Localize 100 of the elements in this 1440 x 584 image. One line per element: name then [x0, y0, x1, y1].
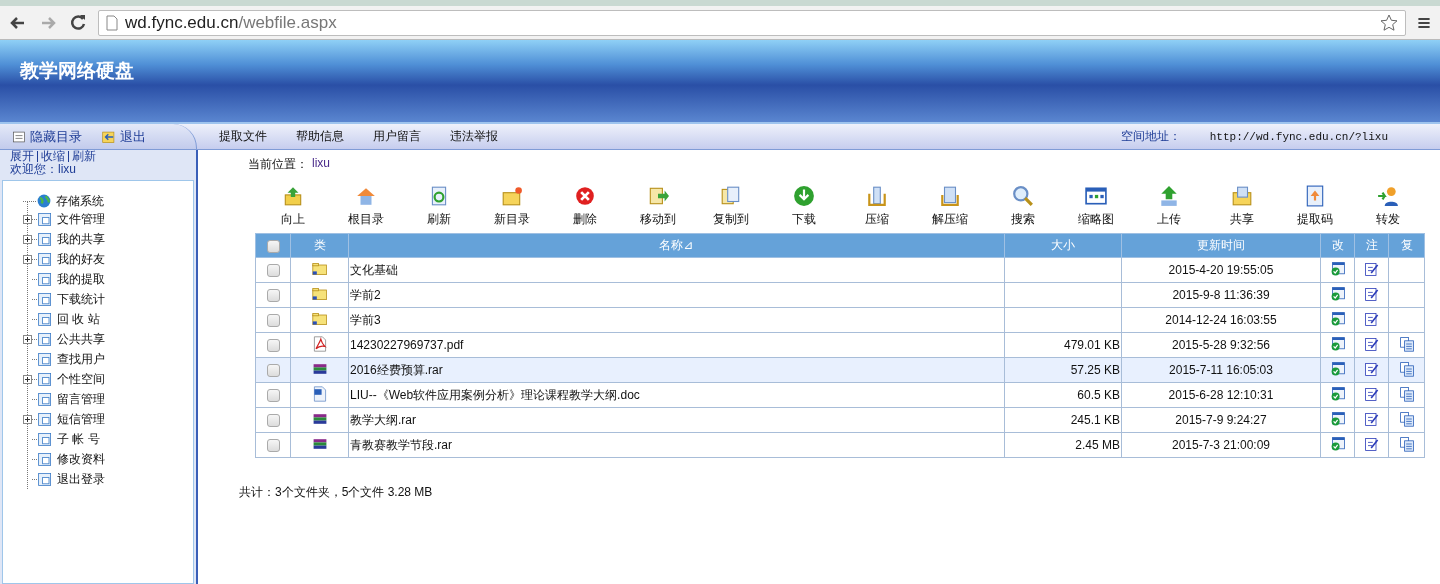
edit-note-icon	[1363, 260, 1380, 277]
folder-icon	[311, 260, 328, 277]
expand-icon[interactable]	[23, 234, 32, 244]
nav-link[interactable]: 用户留言	[373, 128, 421, 145]
modified-time: 2015-7-9 9:24:27	[1121, 407, 1321, 433]
tree-item[interactable]: 存储系统	[56, 192, 104, 210]
file-row[interactable]: 文化基础 2015-4-20 19:55:05	[255, 257, 1425, 283]
copy-pages-icon	[1398, 410, 1415, 427]
grid-icon	[1084, 185, 1107, 207]
globe-icon	[36, 193, 52, 209]
toolbar-button[interactable]: 删除	[548, 185, 621, 228]
tree-item[interactable]: 个性空间	[57, 370, 105, 388]
copy-icon	[719, 185, 742, 207]
file-size: 2.45 MB	[1004, 432, 1122, 458]
toolbar-button[interactable]: 向上	[256, 185, 329, 228]
toolbar-button[interactable]: 刷新	[402, 185, 475, 228]
folder-page-icon	[37, 371, 53, 387]
file-row[interactable]: 2016经费预算.rar 57.25 KB 2015-7-11 16:05:03	[255, 357, 1425, 383]
tree-item[interactable]: 下载统计	[57, 290, 105, 308]
toolbar-button[interactable]: 共享	[1205, 185, 1278, 228]
tree-item[interactable]: 子 帐 号	[57, 430, 100, 448]
tree-item[interactable]: 留言管理	[57, 390, 105, 408]
select-all-checkbox[interactable]	[266, 239, 280, 253]
toolbar-button[interactable]: 根目录	[329, 185, 402, 228]
toolbar-button[interactable]: 复制到	[694, 185, 767, 228]
row-checkbox[interactable]	[266, 414, 280, 428]
file-name[interactable]: 14230227969737.pdf	[348, 332, 1005, 358]
tree-item[interactable]: 回 收 站	[57, 310, 100, 328]
tree-item[interactable]: 文件管理	[57, 210, 105, 228]
hide-directory-button[interactable]: 隐藏目录	[12, 127, 82, 146]
toolbar-button[interactable]: 提取码	[1278, 185, 1351, 228]
tree-action-link[interactable]: 刷新	[68, 151, 96, 162]
file-row[interactable]: 学前2 2015-9-8 11:36:39	[255, 282, 1425, 308]
tree-item[interactable]: 公共共享	[57, 330, 105, 348]
folder-page-icon	[37, 271, 53, 287]
nav-link[interactable]: 帮助信息	[296, 128, 344, 145]
row-checkbox[interactable]	[266, 439, 280, 453]
tree-item[interactable]: 查找用户	[57, 350, 105, 368]
row-checkbox[interactable]	[266, 339, 280, 353]
folder-page-icon	[37, 291, 53, 307]
modified-time: 2015-7-3 21:00:09	[1121, 432, 1321, 458]
nav-link[interactable]: 违法举报	[450, 128, 498, 145]
row-checkbox[interactable]	[266, 364, 280, 378]
file-row[interactable]: 教学大纲.rar 245.1 KB 2015-7-9 9:24:27	[255, 407, 1425, 433]
file-name[interactable]: 青教赛教学节段.rar	[348, 432, 1005, 458]
tree-item[interactable]: 修改资料	[57, 450, 105, 468]
tree-action-link[interactable]: 收缩	[37, 151, 65, 162]
modified-time: 2014-12-24 16:03:55	[1121, 307, 1321, 333]
file-row[interactable]: 14230227969737.pdf 479.01 KB 2015-5-28 9:32:56	[255, 332, 1425, 358]
nav-link[interactable]: 提取文件	[219, 128, 267, 145]
rename-icon	[1329, 310, 1346, 327]
expand-icon[interactable]	[23, 414, 32, 424]
file-name[interactable]: 学前3	[348, 307, 1005, 333]
folder-page-icon	[37, 331, 53, 347]
toolbar-button[interactable]: 移动到	[621, 185, 694, 228]
exit-button[interactable]: 退出	[102, 127, 146, 146]
toolbar-button[interactable]: 转发	[1351, 185, 1424, 228]
toolbar-button[interactable]: 搜索	[986, 185, 1059, 228]
row-checkbox[interactable]	[266, 314, 280, 328]
tree-item[interactable]: 我的好友	[57, 250, 105, 268]
copy-pages-icon	[1398, 335, 1415, 352]
share-folder-icon	[1230, 185, 1253, 207]
column-header: 改	[1320, 233, 1355, 258]
tree-item[interactable]: 退出登录	[57, 470, 105, 488]
toolbar-button[interactable]: 新目录	[475, 185, 548, 228]
file-name[interactable]: 文化基础	[348, 257, 1005, 283]
address-bar[interactable]: wd.fync.edu.cn/webfile.aspx	[98, 9, 1406, 36]
tree-item[interactable]: 我的提取	[57, 270, 105, 288]
user-forward-icon	[1376, 185, 1399, 207]
toolbar-button[interactable]: 压缩	[840, 185, 913, 228]
expand-icon[interactable]	[23, 334, 32, 344]
space-address-url: http://wd.fync.edu.cn/?lixu	[1209, 130, 1388, 143]
row-checkbox[interactable]	[266, 289, 280, 303]
download-icon	[792, 185, 815, 207]
file-name[interactable]: LIU--《Web软件应用案例分析》理论课程教学大纲.doc	[348, 382, 1005, 408]
expand-icon[interactable]	[23, 214, 32, 224]
file-row[interactable]: 青教赛教学节段.rar 2.45 MB 2015-7-3 21:00:09	[255, 432, 1425, 458]
file-name[interactable]: 2016经费预算.rar	[348, 357, 1005, 383]
row-checkbox[interactable]	[266, 389, 280, 403]
copy-pages-icon	[1398, 385, 1415, 402]
toolbar-button[interactable]: 下载	[767, 185, 840, 228]
tree-action-link[interactable]: 展开	[10, 151, 34, 162]
expand-icon[interactable]	[23, 374, 32, 384]
file-name[interactable]: 学前2	[348, 282, 1005, 308]
row-checkbox[interactable]	[266, 264, 280, 278]
tree-item[interactable]: 短信管理	[57, 410, 105, 428]
url-path: /webfile.aspx	[238, 12, 337, 33]
file-row[interactable]: LIU--《Web软件应用案例分析》理论课程教学大纲.doc 60.5 KB 2015-6-28 12:10:31	[255, 382, 1425, 408]
toolbar-button[interactable]: 解压缩	[913, 185, 986, 228]
toolbar-button[interactable]: 上传	[1132, 185, 1205, 228]
file-size: 57.25 KB	[1004, 357, 1122, 383]
folder-page-icon	[37, 311, 53, 327]
folder-page-icon	[37, 251, 53, 267]
file-name[interactable]: 教学大纲.rar	[348, 407, 1005, 433]
summary-text: 共计：3个文件夹，5个文件 3.28 MB	[239, 484, 434, 501]
toolbar-button[interactable]: 缩略图	[1059, 185, 1132, 228]
tree-item[interactable]: 我的共享	[57, 230, 105, 248]
expand-icon[interactable]	[23, 254, 32, 264]
location-label: 当前位置：	[248, 156, 308, 173]
file-row[interactable]: 学前3 2014-12-24 16:03:55	[255, 307, 1425, 333]
